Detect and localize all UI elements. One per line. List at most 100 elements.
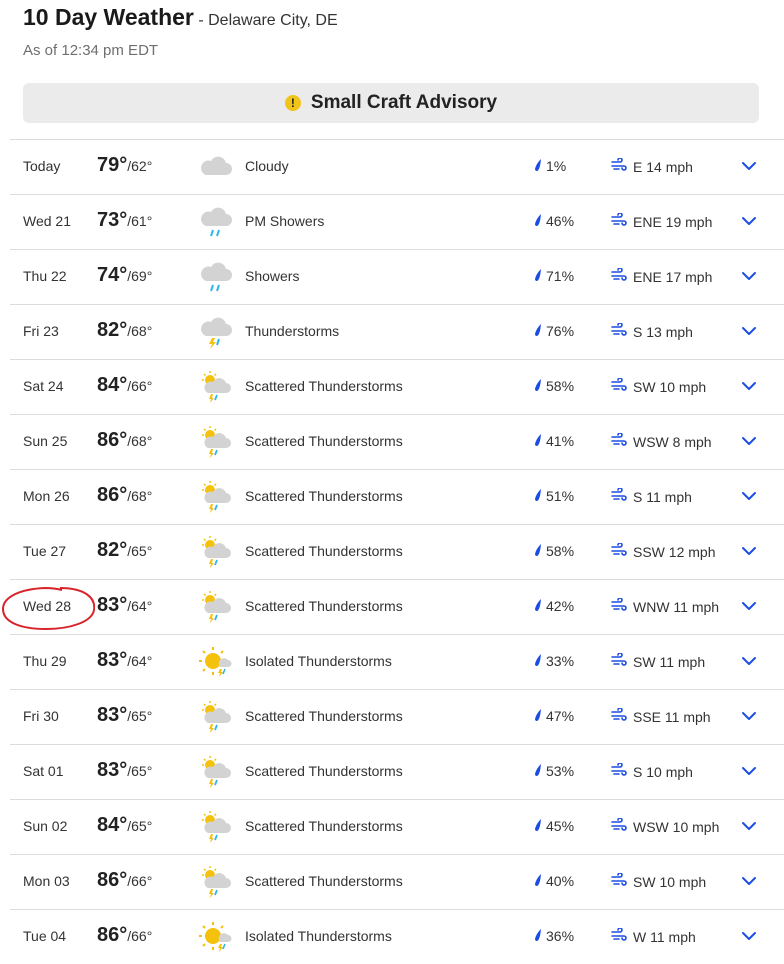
low-temp: /65° [127, 543, 153, 559]
advisory-banner[interactable]: ! Small Craft Advisory [23, 83, 759, 123]
low-temp: /62° [127, 158, 153, 174]
high-temp: 86° [97, 869, 128, 891]
forecast-row[interactable]: Thu 29 83°/64° Isolated Thunderstorms 33% SW… [10, 634, 784, 689]
scattered-storms-icon [198, 424, 234, 460]
precip-value: 71% [546, 268, 575, 284]
wind-value: S 10 mph [633, 763, 693, 780]
precip-value: 40% [546, 873, 575, 889]
forecast-row[interactable]: Mon 26 86°/68° Scattered Thunderstorms 51% S… [10, 469, 784, 524]
forecast-row[interactable]: Wed 28 83°/64° Scattered Thunderstorms 42% W… [10, 579, 784, 634]
high-temp: 74° [97, 264, 128, 286]
high-temp: 83° [97, 704, 128, 726]
scattered-storms-icon [198, 479, 234, 515]
condition-label: Cloudy [245, 158, 289, 174]
raindrop-icon [534, 268, 542, 284]
forecast-row[interactable]: Fri 23 82°/68° Thunderstorms 76% S 13 mph [10, 304, 784, 359]
chevron-down-icon[interactable] [741, 158, 757, 174]
chevron-down-icon[interactable] [741, 378, 757, 394]
forecast-row[interactable]: Tue 04 86°/66° Isolated Thunderstorms 36% W … [10, 909, 784, 964]
chevron-down-icon[interactable] [741, 708, 757, 724]
wind: SSW 12 mph [611, 542, 715, 560]
chevron-down-icon[interactable] [741, 323, 757, 339]
day-label: Today [23, 158, 61, 174]
raindrop-icon [534, 818, 542, 834]
forecast-row[interactable]: Fri 30 83°/65° Scattered Thunderstorms 47% S… [10, 689, 784, 744]
precip-chance: 58% [534, 378, 574, 394]
raindrop-icon [534, 433, 542, 449]
forecast-row[interactable]: Sun 25 86°/68° Scattered Thunderstorms 41% W… [10, 414, 784, 469]
precip-value: 36% [546, 928, 575, 944]
scattered-storms-icon [198, 369, 234, 405]
raindrop-icon [534, 158, 542, 174]
forecast-row[interactable]: Tue 27 82°/65° Scattered Thunderstorms 58% S… [10, 524, 784, 579]
wind-value: S 13 mph [633, 323, 693, 340]
temps: 86°/66° [97, 924, 152, 947]
high-temp: 83° [97, 649, 128, 671]
page-title: 10 Day Weather [23, 4, 194, 30]
precip-chance: 42% [534, 598, 574, 614]
temps: 82°/65° [97, 539, 152, 562]
high-temp: 86° [97, 924, 128, 946]
forecast-row[interactable]: Thu 22 74°/69° Showers 71% ENE 17 mph [10, 249, 784, 304]
scattered-storms-icon [198, 864, 234, 900]
wind: WSW 8 mph [611, 432, 712, 450]
chevron-down-icon[interactable] [741, 543, 757, 559]
wind-icon [611, 157, 627, 175]
high-temp: 86° [97, 484, 128, 506]
chevron-down-icon[interactable] [741, 268, 757, 284]
precip-value: 45% [546, 818, 575, 834]
precip-chance: 36% [534, 928, 574, 944]
wind-value: E 14 mph [633, 158, 693, 175]
chevron-down-icon[interactable] [741, 928, 757, 944]
alert-icon: ! [284, 95, 301, 111]
forecast-row[interactable]: Mon 03 86°/66° Scattered Thunderstorms 40% S… [10, 854, 784, 909]
precip-chance: 1% [534, 158, 566, 174]
chevron-down-icon[interactable] [741, 433, 757, 449]
chevron-down-icon[interactable] [741, 873, 757, 889]
day-label: Thu 29 [23, 653, 67, 669]
chevron-down-icon[interactable] [741, 488, 757, 504]
wind-icon [611, 817, 627, 835]
forecast-row[interactable]: Sun 02 84°/65° Scattered Thunderstorms 45% W… [10, 799, 784, 854]
raindrop-icon [534, 213, 542, 229]
wind: S 13 mph [611, 322, 693, 340]
wind: ENE 19 mph [611, 212, 713, 230]
wind-value: ENE 19 mph [633, 213, 713, 230]
chevron-down-icon[interactable] [741, 818, 757, 834]
forecast-row[interactable]: Sat 24 84°/66° Scattered Thunderstorms 58% S… [10, 359, 784, 414]
day-label: Sat 24 [23, 378, 64, 394]
temps: 83°/64° [97, 594, 152, 617]
day-label: Thu 22 [23, 268, 67, 284]
forecast-row[interactable]: Wed 21 73°/61° PM Showers 46% ENE 19 mph [10, 194, 784, 249]
chevron-down-icon[interactable] [741, 653, 757, 669]
low-temp: /66° [127, 378, 153, 394]
wind: SW 10 mph [611, 872, 706, 890]
condition-label: Scattered Thunderstorms [245, 873, 403, 889]
raindrop-icon [534, 708, 542, 724]
forecast-list: Today 79°/62° Cloudy 1% E 14 mph Wed 21 73°/61… [10, 139, 784, 964]
advisory-label: Small Craft Advisory [310, 92, 498, 113]
precip-chance: 71% [534, 268, 574, 284]
wind: S 10 mph [611, 762, 693, 780]
chevron-down-icon[interactable] [741, 213, 757, 229]
wind: SSE 11 mph [611, 707, 711, 725]
wind: SW 10 mph [611, 377, 706, 395]
wind: SW 11 mph [611, 652, 705, 670]
forecast-row[interactable]: Today 79°/62° Cloudy 1% E 14 mph [10, 139, 784, 194]
day-label: Mon 03 [23, 873, 70, 889]
condition-label: Scattered Thunderstorms [245, 763, 403, 779]
day-label: Fri 30 [23, 708, 59, 724]
chevron-down-icon[interactable] [741, 598, 757, 614]
precip-value: 42% [546, 598, 575, 614]
wind-value: WNW 11 mph [633, 598, 720, 615]
condition-label: Scattered Thunderstorms [245, 378, 403, 394]
low-temp: /68° [127, 323, 153, 339]
condition-label: Scattered Thunderstorms [245, 598, 403, 614]
wind-icon [611, 487, 627, 505]
precip-value: 76% [546, 323, 575, 339]
wind-icon [611, 652, 627, 670]
chevron-down-icon[interactable] [741, 763, 757, 779]
precip-chance: 46% [534, 213, 574, 229]
forecast-row[interactable]: Sat 01 83°/65° Scattered Thunderstorms 53% S… [10, 744, 784, 799]
low-temp: /61° [127, 213, 153, 229]
